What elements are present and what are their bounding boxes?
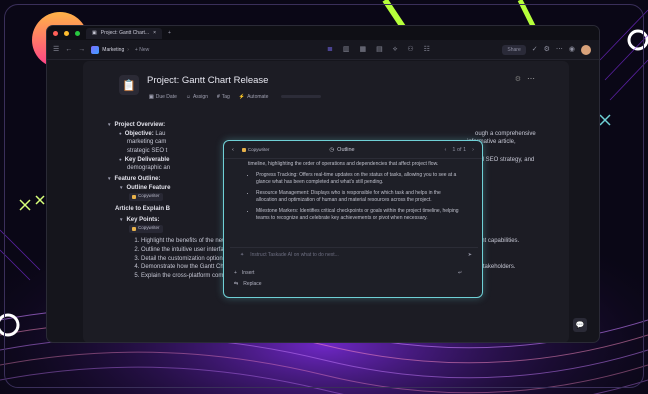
collapse-triangle-icon[interactable]: ▼: [107, 176, 111, 181]
calendar-icon: ▣: [149, 94, 154, 100]
tag-button[interactable]: # Tag: [217, 94, 230, 100]
ai-agent-icon[interactable]: ◉: [569, 46, 575, 53]
plus-icon: +: [234, 269, 237, 276]
maximize-dot-icon[interactable]: [75, 30, 80, 36]
chevron-right-icon: ›: [127, 46, 129, 53]
list-item: Resource Management: Displays who is res…: [256, 190, 460, 204]
pager: ‹ 1 of 1 ›: [445, 147, 474, 153]
close-dot-icon[interactable]: [53, 30, 58, 36]
table-view-icon[interactable]: ▦: [360, 46, 367, 53]
replace-icon: ⇆: [234, 280, 239, 287]
instruction-input[interactable]: ✦ Instruct Taskade AI on what to do next…: [230, 247, 478, 261]
list-item: Milestone Markers: Identifies critical c…: [256, 208, 460, 222]
agent-icon: [132, 194, 136, 199]
popup-actions: + Insert ↵ ⇆ Replace: [234, 267, 462, 289]
app-window: ▣ Project: Gantt Chart... × + ☰ ← → Mark…: [47, 26, 599, 342]
output-intro: timeline, highlighting the order of oper…: [248, 161, 439, 167]
agent-icon: [241, 147, 246, 152]
org-chart-view-icon[interactable]: ⚇: [407, 46, 413, 53]
browser-tab-bar: ▣ Project: Gantt Chart... × +: [47, 26, 599, 40]
mindmap-view-icon[interactable]: ⟡: [393, 46, 398, 53]
gantt-view-icon[interactable]: ☷: [424, 46, 430, 53]
collapse-triangle-icon[interactable]: ▼: [119, 217, 123, 222]
toolbar-right: Share ✓ ⚙ ⋯ ◉: [502, 44, 591, 55]
objective-item[interactable]: ● Objective: Lau ough a comprehensive: [107, 130, 547, 139]
assign-button[interactable]: ☺ Assign: [186, 94, 208, 100]
bullet-icon: ●: [119, 130, 122, 136]
chat-icon: 💬: [575, 322, 585, 329]
list-view-icon[interactable]: ≣: [327, 46, 333, 53]
workspace-name: Marketing: [102, 46, 125, 53]
page-meta-bar: ▣ Due Date ☺ Assign # Tag ⚡ Automate: [149, 94, 322, 100]
output-list: Progress Tracking: Offers real-time upda…: [248, 172, 460, 222]
clock-icon: ◷: [329, 146, 335, 153]
minimize-dot-icon[interactable]: [64, 30, 69, 36]
automate-icon: ⚡: [238, 94, 246, 100]
tag-icon: #: [216, 94, 220, 100]
page-title[interactable]: Project: Gantt Chart Release: [147, 75, 268, 86]
view-switcher: ≣ ▥ ▦ ▤ ⟡ ⚇ ☷: [327, 46, 430, 53]
sparkle-icon: ✦: [240, 251, 245, 258]
workspace-breadcrumb[interactable]: Marketing ›: [91, 45, 129, 54]
instruction-placeholder: Instruct Taskade AI on what to do next..…: [250, 251, 339, 258]
next-chevron-icon[interactable]: ›: [472, 147, 474, 153]
check-circle-icon[interactable]: ✓: [532, 46, 538, 53]
workspace-logo-icon: [91, 45, 100, 54]
popup-header: ‹ Copywriter ◷ Outline ‹ 1 of 1 ›: [224, 141, 482, 159]
list-item: Progress Tracking: Offers real-time upda…: [256, 172, 460, 186]
browser-tab[interactable]: ▣ Project: Gantt Chart... ×: [86, 27, 163, 39]
tab-close-icon[interactable]: ×: [153, 30, 156, 36]
pager-label: 1 of 1: [452, 146, 467, 153]
back-chevron-icon[interactable]: ‹: [232, 147, 234, 153]
collapse-triangle-icon[interactable]: ▼: [107, 122, 111, 127]
sidebar-toggle-icon[interactable]: ☰: [53, 46, 59, 53]
avatar[interactable]: [581, 44, 591, 55]
more-icon[interactable]: ⋯: [556, 46, 563, 53]
enter-icon: ↵: [458, 269, 463, 276]
calendar-view-icon[interactable]: ▤: [376, 46, 383, 53]
ai-agent-popup: ‹ Copywriter ◷ Outline ‹ 1 of 1 › timelin…: [223, 140, 483, 298]
replace-button[interactable]: ⇆ Replace: [234, 278, 262, 289]
forward-arrow-icon[interactable]: →: [78, 46, 85, 53]
new-button[interactable]: + New: [135, 47, 149, 53]
collapse-triangle-icon[interactable]: ▼: [119, 185, 123, 190]
popup-output: timeline, highlighting the order of oper…: [248, 161, 460, 226]
tab-title: Project: Gantt Chart...: [100, 30, 150, 36]
back-arrow-icon[interactable]: ←: [65, 46, 72, 53]
due-date-button[interactable]: ▣ Due Date: [149, 94, 177, 100]
page-more-icon[interactable]: ⋯: [527, 74, 535, 83]
automate-button[interactable]: ⚡ Automate: [239, 94, 269, 100]
bullet-icon: ●: [119, 156, 122, 162]
prev-chevron-icon[interactable]: ‹: [445, 147, 447, 153]
insert-button[interactable]: + Insert ↵: [234, 267, 462, 278]
project-icon: 📋: [119, 75, 139, 95]
section-project-overview[interactable]: ▼ Project Overview:: [107, 121, 547, 130]
agent-icon: [132, 226, 136, 231]
agent-selector[interactable]: Copywriter: [241, 146, 269, 154]
chat-button[interactable]: 💬: [573, 318, 587, 332]
meta-progress-placeholder: [281, 95, 322, 98]
share-button[interactable]: Share: [502, 44, 526, 55]
app-toolbar: ☰ ← → Marketing › + New ≣ ▥ ▦ ▤ ⟡ ⚇ ☷ Sh…: [47, 40, 599, 60]
settings-icon[interactable]: ⚙: [544, 46, 550, 53]
board-view-icon[interactable]: ▥: [343, 46, 350, 53]
mode-selector[interactable]: ◷ Outline: [329, 147, 354, 153]
new-tab-button[interactable]: +: [168, 30, 171, 36]
send-icon[interactable]: ➤: [468, 252, 472, 258]
user-icon: ☺: [185, 94, 191, 100]
page-settings-icon[interactable]: ⚙: [515, 75, 521, 83]
tab-favicon-icon: ▣: [92, 30, 97, 36]
